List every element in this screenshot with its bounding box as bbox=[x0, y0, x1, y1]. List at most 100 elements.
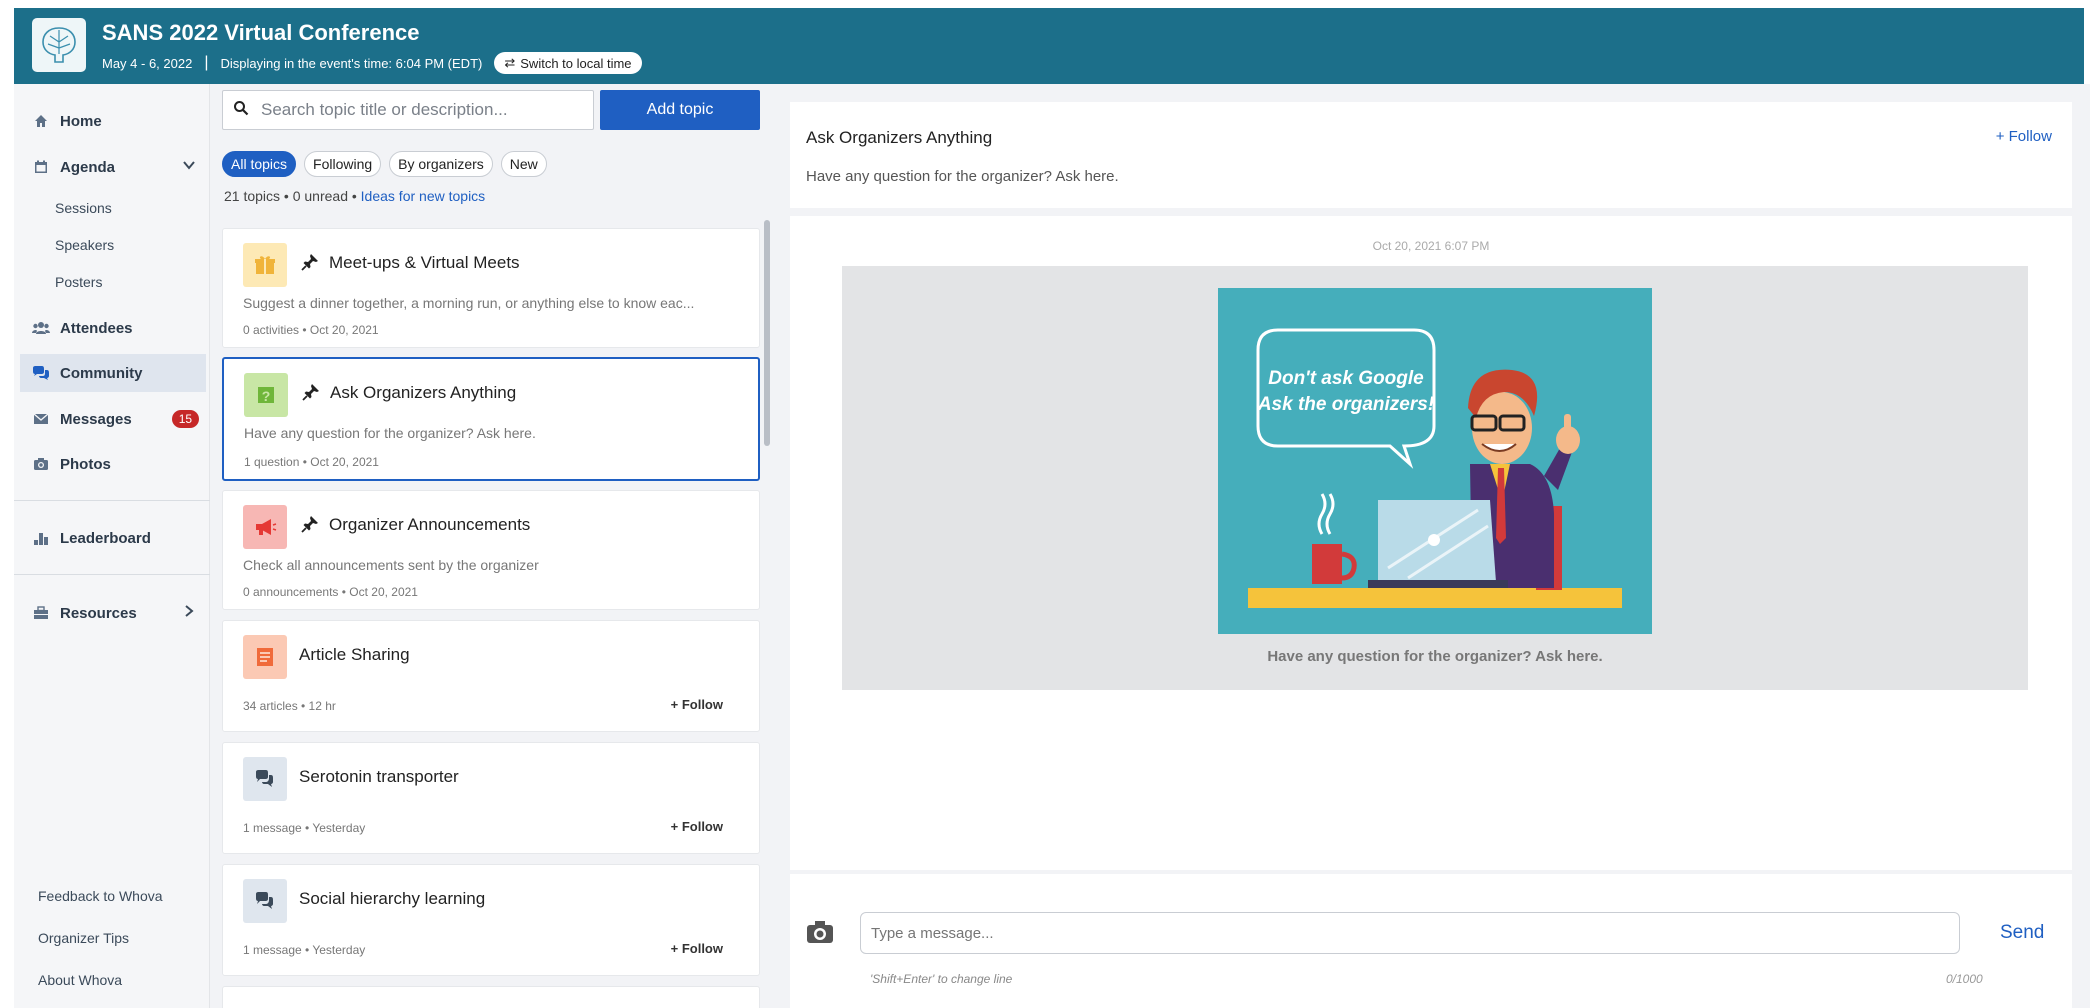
detail-title: Ask Organizers Anything bbox=[806, 128, 993, 147]
topic-title: Ask Organizers Anything bbox=[330, 383, 517, 402]
topic-title: Organizer Announcements bbox=[329, 515, 531, 534]
event-logo[interactable] bbox=[32, 18, 86, 72]
filter-all-topics[interactable]: All topics bbox=[222, 151, 297, 177]
pin-icon bbox=[301, 515, 319, 538]
post-illustration[interactable]: Don't ask Google Ask the organizers! bbox=[1218, 288, 1652, 634]
follow-button[interactable]: + Follow bbox=[671, 697, 723, 712]
follow-label: Follow bbox=[681, 819, 723, 834]
pin-icon bbox=[301, 253, 319, 276]
camera-icon[interactable] bbox=[806, 920, 834, 949]
topic-card[interactable]: Meet-ups & Virtual Meets Suggest a dinne… bbox=[222, 228, 760, 348]
topic-title: Meet-ups & Virtual Meets bbox=[329, 253, 520, 272]
topic-title: Serotonin transporter bbox=[299, 767, 459, 786]
composer-hint: 'Shift+Enter' to change line bbox=[870, 972, 1013, 986]
organizer-tips-link[interactable]: Organizer Tips bbox=[38, 930, 129, 946]
briefcase-icon bbox=[30, 606, 52, 620]
sidebar-item-photos[interactable]: Photos bbox=[20, 445, 206, 483]
about-link[interactable]: About Whova bbox=[38, 972, 122, 988]
camera-icon bbox=[30, 457, 52, 471]
article-icon bbox=[243, 635, 287, 679]
topic-meta: 1 question • Oct 20, 2021 bbox=[244, 455, 379, 469]
topic-description: Check all announcements sent by the orga… bbox=[243, 557, 539, 573]
sidebar-item-messages[interactable]: Messages 15 bbox=[20, 400, 206, 438]
filter-following[interactable]: Following bbox=[304, 151, 382, 177]
follow-label: Follow bbox=[2008, 128, 2052, 145]
switch-time-button[interactable]: ⇄ Switch to local time bbox=[494, 52, 642, 74]
sidebar-label: Resources bbox=[60, 604, 137, 622]
topic-count-text: 21 topics • 0 unread • bbox=[224, 188, 357, 204]
megaphone-icon bbox=[243, 505, 287, 549]
filter-by-organizers[interactable]: By organizers bbox=[389, 151, 493, 177]
sidebar-divider bbox=[14, 574, 210, 575]
send-button[interactable]: Send bbox=[2000, 922, 2044, 944]
chat-icon bbox=[243, 879, 287, 923]
message-input[interactable] bbox=[860, 912, 1960, 954]
sidebar-item-community[interactable]: Community bbox=[20, 354, 206, 392]
chat-icon bbox=[243, 757, 287, 801]
sidebar-item-resources[interactable]: Resources bbox=[20, 594, 206, 632]
sidebar-label: Messages bbox=[60, 410, 132, 428]
ideas-link[interactable]: Ideas for new topics bbox=[361, 188, 486, 204]
svg-text:?: ? bbox=[262, 388, 271, 404]
topic-card[interactable]: Social hierarchy learning 1 message • Ye… bbox=[222, 864, 760, 976]
sidebar-label: Leaderboard bbox=[60, 529, 151, 547]
topic-card[interactable]: Organizer Announcements Check all announ… bbox=[222, 490, 760, 610]
topic-meta: 0 announcements • Oct 20, 2021 bbox=[243, 585, 418, 599]
question-icon: ? bbox=[244, 373, 288, 417]
sidebar-item-agenda[interactable]: Agenda bbox=[20, 148, 206, 186]
sidebar-item-leaderboard[interactable]: Leaderboard bbox=[20, 519, 206, 557]
add-topic-button[interactable]: Add topic bbox=[600, 90, 760, 130]
character-count: 0/1000 bbox=[1946, 972, 1983, 986]
pin-icon bbox=[302, 383, 320, 406]
message-composer: Send 'Shift+Enter' to change line 0/1000 bbox=[790, 874, 2072, 1008]
gift-icon bbox=[243, 243, 287, 287]
calendar-icon bbox=[30, 159, 52, 175]
swap-arrows-icon: ⇄ bbox=[504, 55, 516, 70]
sidebar-label: Home bbox=[60, 112, 102, 130]
sidebar-divider bbox=[14, 500, 210, 501]
topic-search-input[interactable]: Search topic title or description... bbox=[222, 90, 594, 130]
event-header: SANS 2022 Virtual Conference May 4 - 6, … bbox=[14, 8, 2084, 84]
sidebar: Home Agenda Sessions Speakers Posters At… bbox=[14, 84, 210, 1008]
follow-button[interactable]: + Follow bbox=[671, 941, 723, 956]
sidebar-item-sessions[interactable]: Sessions bbox=[55, 200, 112, 216]
topic-detail-header: Ask Organizers Anything + Follow Have an… bbox=[790, 102, 2072, 208]
envelope-icon bbox=[30, 412, 52, 426]
sidebar-item-posters[interactable]: Posters bbox=[55, 274, 102, 290]
plus-icon: + bbox=[1995, 128, 2005, 145]
chevron-down-icon[interactable] bbox=[182, 158, 196, 176]
home-icon bbox=[30, 113, 52, 129]
people-icon bbox=[30, 320, 52, 336]
message-post: Don't ask Google Ask the organizers! Hav… bbox=[842, 266, 2028, 690]
sidebar-item-speakers[interactable]: Speakers bbox=[55, 237, 114, 253]
topic-list-scrollbar[interactable] bbox=[764, 220, 770, 446]
event-time-display: Displaying in the event's time: 6:04 PM … bbox=[220, 55, 483, 71]
sidebar-item-home[interactable]: Home bbox=[20, 102, 206, 140]
topic-detail-panel: Ask Organizers Anything + Follow Have an… bbox=[772, 84, 2090, 1008]
event-subtitle: May 4 - 6, 2022 | Displaying in the even… bbox=[102, 52, 642, 74]
detail-follow-button[interactable]: + Follow bbox=[1996, 128, 2052, 145]
chevron-right-icon[interactable] bbox=[182, 604, 196, 622]
sidebar-item-attendees[interactable]: Attendees bbox=[20, 309, 206, 347]
bubble-text-line2: Ask the organizers! bbox=[1257, 394, 1434, 415]
topic-description: Suggest a dinner together, a morning run… bbox=[243, 295, 695, 311]
sidebar-label: Agenda bbox=[60, 158, 116, 176]
plus-icon: + bbox=[670, 819, 679, 834]
search-placeholder: Search topic title or description... bbox=[261, 100, 508, 119]
topic-card[interactable]: Serotonin transporter 1 message • Yester… bbox=[222, 742, 760, 854]
message-thread: Oct 20, 2021 6:07 PM Don't ask Google As… bbox=[790, 216, 2072, 870]
detail-description: Have any question for the organizer? Ask… bbox=[806, 168, 1119, 185]
follow-label: Follow bbox=[681, 941, 723, 956]
post-caption: Have any question for the organizer? Ask… bbox=[1267, 648, 1603, 665]
unread-badge: 15 bbox=[171, 410, 200, 428]
topic-card[interactable]: Article Sharing 34 articles • 12 hr + Fo… bbox=[222, 620, 760, 732]
filter-new[interactable]: New bbox=[500, 151, 547, 177]
sidebar-label: Photos bbox=[60, 455, 111, 473]
topic-card-selected[interactable]: ? Ask Organizers Anything Have any quest… bbox=[222, 357, 760, 481]
feedback-link[interactable]: Feedback to Whova bbox=[38, 888, 163, 904]
bar-chart-icon bbox=[30, 530, 52, 546]
follow-button[interactable]: + Follow bbox=[671, 819, 723, 834]
switch-time-label: Switch to local time bbox=[520, 55, 632, 71]
topic-title: Social hierarchy learning bbox=[299, 889, 486, 908]
topic-card[interactable] bbox=[222, 986, 760, 1008]
